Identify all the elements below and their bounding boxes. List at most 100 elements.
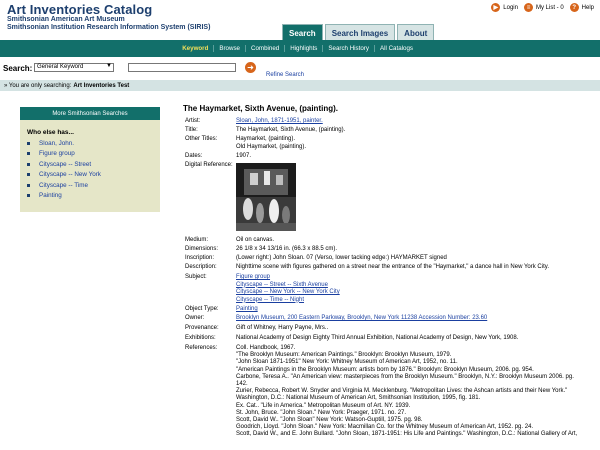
scope-prefix: » You are only searching:: [4, 82, 72, 89]
who-item-label[interactable]: Painting: [39, 192, 62, 199]
field-label: Other Titles:: [185, 136, 218, 142]
object-type-link[interactable]: Painting: [236, 306, 258, 312]
arrow-right-icon: ➜: [247, 63, 254, 72]
field-label: Artist:: [185, 118, 201, 124]
site-subtitle-siris: Smithsonian Institution Research Informa…: [7, 24, 211, 31]
field-label: Inscription:: [185, 255, 215, 261]
refine-search-link[interactable]: Refine Search: [266, 72, 304, 78]
who-item[interactable]: Painting: [27, 191, 160, 202]
who-item[interactable]: Figure group: [27, 149, 160, 160]
tab-about[interactable]: About: [397, 24, 435, 41]
field-label: Description:: [185, 264, 217, 270]
provenance-value: Gift of Whitney, Harry Payne, Mrs..: [236, 325, 329, 331]
nav-combined[interactable]: Combined: [245, 45, 284, 52]
field-label: Object Type:: [185, 306, 219, 312]
record-title: The Haymarket, Sixth Avenue, (painting).: [183, 104, 338, 113]
nav-all-catalogs[interactable]: All Catalogs: [373, 45, 418, 52]
owner-link[interactable]: Brooklyn Museum, 200 Eastern Parkway, Br…: [236, 315, 487, 321]
who-item-label[interactable]: Cityscape -- Time: [39, 182, 88, 189]
search-go-button[interactable]: ➜: [245, 62, 256, 73]
login-icon[interactable]: ▶: [491, 3, 501, 12]
search-input[interactable]: [128, 63, 236, 72]
description-value: Nighttime scene with figures gathered on…: [236, 264, 549, 270]
who-item[interactable]: Cityscape -- New York: [27, 170, 160, 181]
field-label: Dates:: [185, 153, 203, 159]
painting-image: [236, 163, 296, 231]
subject-link[interactable]: Cityscape -- New York -- New York City: [236, 289, 340, 295]
mylist-icon[interactable]: ≡: [523, 3, 533, 12]
mylist-link[interactable]: My List - 0: [536, 5, 564, 11]
user-links: ▶ Login ≡ My List - 0 ? Help: [491, 3, 594, 12]
reference-line: Washington, D.C.: National Museum of Ame…: [236, 395, 481, 402]
reference-line: Scott, David W., and E. John Bullard. "J…: [236, 431, 578, 438]
help-icon[interactable]: ?: [569, 3, 579, 12]
field-label: References:: [185, 345, 218, 351]
search-label: Search:: [3, 64, 33, 73]
scope-target: Art Inventories Test: [73, 82, 130, 89]
field-label: Exhibitions:: [185, 335, 216, 341]
site-title[interactable]: Art Inventories Catalog: [7, 2, 152, 17]
exhibitions-value: National Academy of Design Eighty Third …: [236, 335, 519, 341]
reference-line: Goodrich, Lloyd. "John Sloan." New York:…: [236, 424, 534, 431]
tab-search[interactable]: Search: [282, 24, 323, 41]
nav-browse[interactable]: Browse: [213, 45, 245, 52]
subject-link[interactable]: Figure group: [236, 274, 270, 280]
record-details: Artist: Sloan, John, 1871-1951, painter. …: [185, 118, 597, 439]
who-item[interactable]: Cityscape -- Time: [27, 180, 160, 191]
other-title: Old Haymarket, (painting).: [236, 143, 307, 150]
reference-line: Zurier, Rebecca, Robert W. Snyder and Vi…: [236, 388, 568, 395]
artist-link[interactable]: Sloan, John, 1871-1951, painter.: [236, 118, 323, 124]
reference-line: Coll. Handbook, 1967.: [236, 345, 296, 351]
subject-link[interactable]: Cityscape -- Street -- Sixth Avenue: [236, 282, 328, 288]
search-type-select[interactable]: General Keyword ▼: [34, 63, 114, 72]
title-value: The Haymarket, Sixth Avenue, (painting).: [236, 127, 346, 133]
who-item-label[interactable]: Cityscape -- Street: [39, 161, 91, 168]
search-nav-bar: Keyword Browse Combined Highlights Searc…: [0, 40, 600, 57]
who-item-label[interactable]: Cityscape -- New York: [39, 171, 101, 178]
subject-link[interactable]: Cityscape -- Time -- Night: [236, 297, 304, 303]
chevron-down-icon: ▼: [106, 63, 112, 69]
reference-line: Carbone, Teresa A.. "An American view: m…: [236, 373, 574, 380]
dimensions-value: 26 1/8 x 34 13/16 in. (66.3 x 88.5 cm).: [236, 246, 338, 252]
reference-line: 142.: [236, 381, 248, 388]
who-item[interactable]: Sloan, John.: [27, 138, 160, 149]
bullet-icon: [27, 183, 30, 187]
who-else-heading: Who else has...: [27, 129, 74, 136]
help-link[interactable]: Help: [582, 5, 594, 11]
reference-line: "American Paintings in the Brooklyn Muse…: [236, 366, 534, 373]
nav-highlights[interactable]: Highlights: [284, 45, 322, 52]
bullet-icon: [27, 162, 30, 166]
tab-search-images[interactable]: Search Images: [324, 24, 396, 41]
search-type-value: General Keyword: [37, 64, 84, 70]
field-label: Digital Reference:: [185, 162, 233, 168]
bullet-icon: [27, 194, 30, 198]
who-item-label[interactable]: Sloan, John.: [39, 140, 74, 147]
search-scope-line: » You are only searching: Art Inventorie…: [0, 80, 600, 91]
dates-value: 1907.: [236, 153, 252, 159]
who-item-label[interactable]: Figure group: [39, 150, 75, 157]
who-item[interactable]: Cityscape -- Street: [27, 159, 160, 170]
field-label: Provenance:: [185, 325, 219, 331]
bullet-icon: [27, 173, 30, 177]
painting-thumbnail[interactable]: [236, 163, 296, 231]
field-label: Medium:: [185, 237, 209, 243]
nav-keyword[interactable]: Keyword: [177, 45, 213, 52]
other-title: Haymarket, (painting).: [236, 136, 296, 142]
reference-line: Scott, David W.. "John Sloan" New York: …: [236, 417, 423, 424]
bullet-icon: [27, 141, 30, 145]
field-label: Title:: [185, 127, 198, 133]
search-bar: Search: General Keyword ▼ ➜ Refine Searc…: [0, 62, 600, 79]
medium-value: Oil on canvas.: [236, 237, 275, 243]
site-subtitle-museum: Smithsonian American Art Museum: [7, 16, 125, 23]
field-label: Owner:: [185, 315, 205, 321]
nav-search-history[interactable]: Search History: [322, 45, 374, 52]
reference-line: "John Sloan 1871-1951" New York: Whitney…: [236, 359, 458, 366]
login-link[interactable]: Login: [503, 5, 518, 11]
main-tabs: Search Search Images About: [282, 24, 435, 41]
field-label: Subject:: [185, 274, 207, 280]
inscription-value: (Lower right:) John Sloan. 07 (Verso, lo…: [236, 255, 447, 261]
more-searches-panel: More Smithsonian Searches Who else has..…: [20, 107, 160, 212]
bullet-icon: [27, 152, 30, 156]
reference-line: "The Brooklyn Museum: American Paintings…: [236, 352, 452, 359]
reference-line: Ex. Cat.. "Life in America." Metropolita…: [236, 402, 411, 409]
